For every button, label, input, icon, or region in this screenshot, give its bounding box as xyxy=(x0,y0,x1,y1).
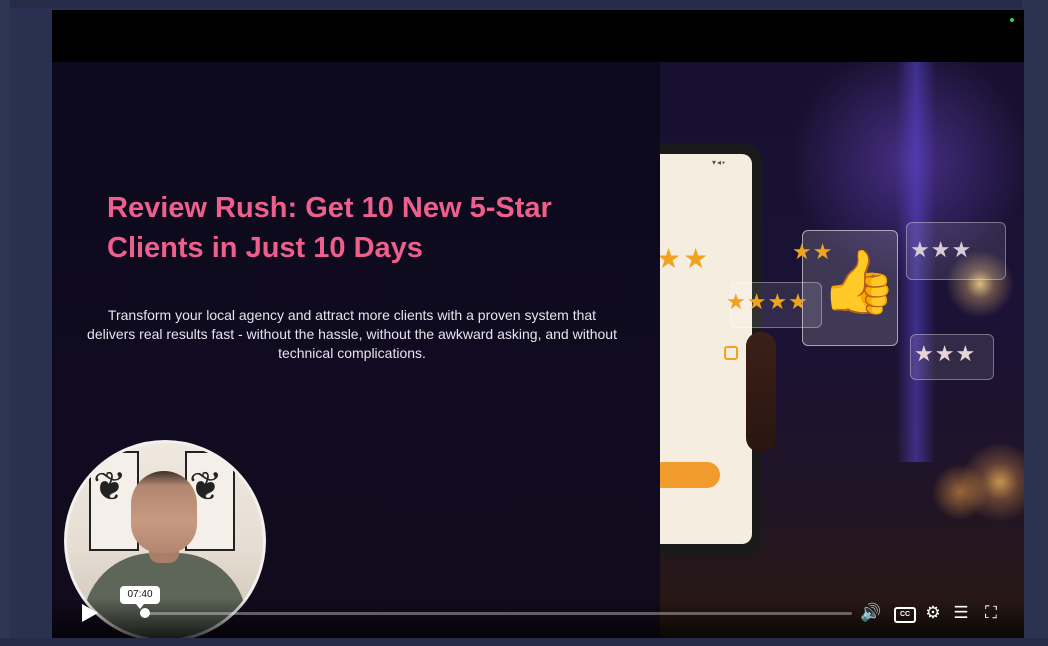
window-frame-bottom xyxy=(0,638,1048,646)
phone-stars-icon: ★★ xyxy=(660,243,711,274)
fullscreen-icon[interactable]: ⛶ xyxy=(980,602,1002,624)
video-frame[interactable]: Review Rush: Get 10 New 5-Star Clients i… xyxy=(52,62,1024,638)
captions-icon[interactable]: CC xyxy=(894,607,916,623)
stars-icon-left: ★★★★ xyxy=(726,289,809,314)
window-frame-left xyxy=(0,0,10,646)
stars-icon-right-bottom: ★★★ xyxy=(914,341,977,366)
presenter-head xyxy=(131,471,197,553)
slide-title: Review Rush: Get 10 New 5-Star Clients i… xyxy=(107,192,552,264)
instagram-icon xyxy=(724,346,738,360)
video-player[interactable]: Review Rush: Get 10 New 5-Star Clients i… xyxy=(52,10,1024,638)
progress-handle[interactable] xyxy=(140,608,150,618)
time-tooltip: 07:40 xyxy=(120,586,160,609)
phone-button-graphic xyxy=(660,462,720,488)
leaf-icon: ❦ xyxy=(93,465,127,509)
progress-bar[interactable] xyxy=(142,612,852,615)
volume-icon[interactable]: 🔊 xyxy=(860,602,882,624)
hand-illustration xyxy=(746,332,776,452)
window-frame-top xyxy=(0,0,1048,8)
play-icon[interactable] xyxy=(82,604,98,622)
slide-image-panel: ▾◂▪ ★★ 👍 ★★ ★★★★ ★★★ ★★★ xyxy=(660,62,1024,638)
stars-icon-top: ★★ xyxy=(792,239,834,264)
phone-status-icons: ▾◂▪ xyxy=(712,158,726,167)
window-frame-right xyxy=(1022,0,1048,646)
slide-subtitle: Transform your local agency and attract … xyxy=(87,307,617,361)
chapters-icon[interactable]: ☰ xyxy=(950,602,972,624)
stars-icon-right-top: ★★★ xyxy=(910,237,973,262)
gear-icon[interactable]: ⚙ xyxy=(922,602,944,624)
video-top-bar xyxy=(52,10,1024,62)
status-dot xyxy=(1010,18,1014,22)
